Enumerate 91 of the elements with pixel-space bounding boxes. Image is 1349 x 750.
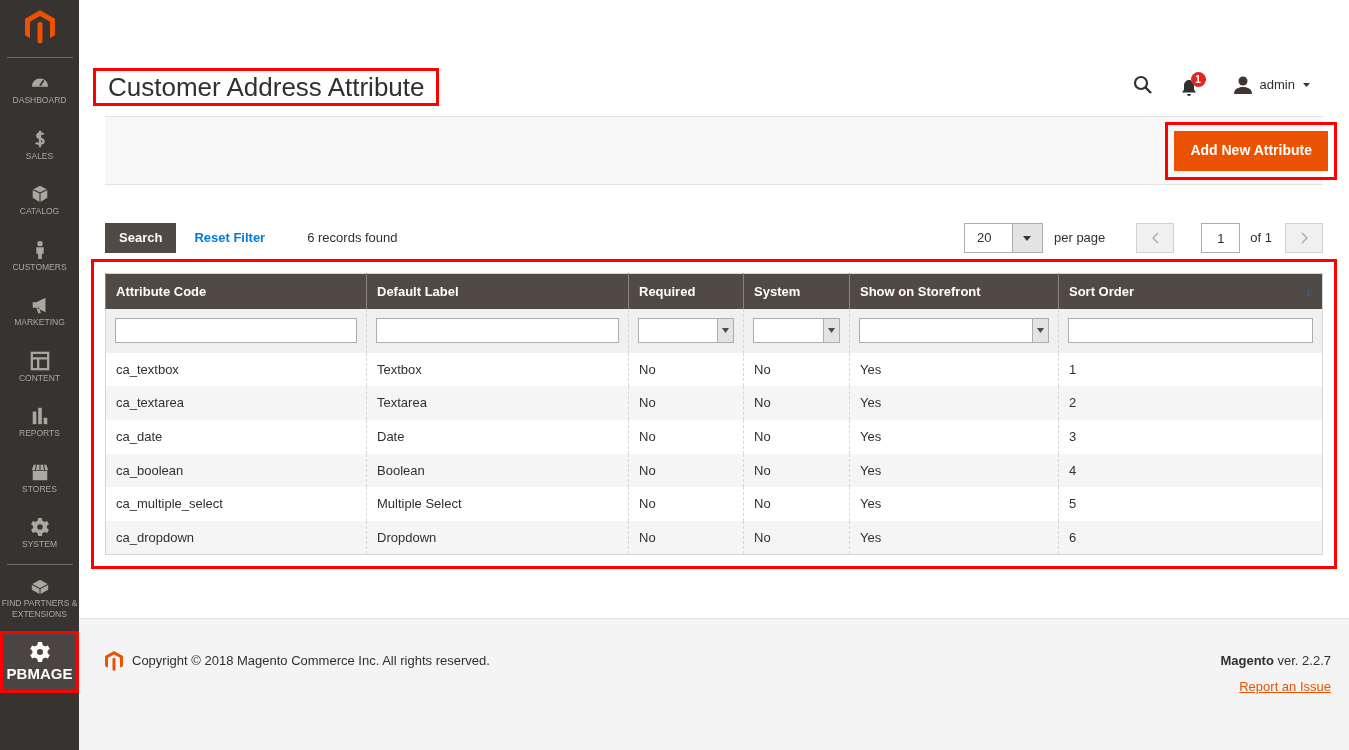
column-header[interactable]: Default Label [366,273,629,309]
caret-icon [1303,82,1310,87]
page-title: Customer Address Attribute [93,68,440,106]
table-cell: Yes [860,462,882,478]
filter-select[interactable] [859,318,1049,343]
search-icon[interactable] [1132,74,1153,95]
table-cell: ca_multiple_select [116,496,223,512]
table-cell: Textarea [377,395,427,411]
table-cell: Yes [860,361,882,377]
user-icon [1233,75,1252,94]
chevron-left-icon [1151,232,1159,244]
filter-select[interactable] [638,318,734,343]
gear-icon [29,517,50,538]
page-number-field[interactable]: 1 [1201,223,1241,253]
sidebar-item[interactable]: CATALOG [0,173,79,229]
caret-icon [722,328,729,333]
notifications-button[interactable]: 1 [1180,72,1206,97]
user-menu[interactable]: admin [1233,74,1310,95]
copyright-text: Copyright © 2018 Magento Commerce Inc. All rights reserved. [132,652,490,671]
column-header[interactable]: Sort Order ↓ [1058,273,1323,309]
table-cell: 3 [1069,428,1077,444]
next-page-button[interactable] [1285,223,1323,253]
sidebar-item[interactable]: FIND PARTNERS & EXTENSIONS [0,566,79,629]
table-cell: Multiple Select [377,496,462,512]
table-cell: 6 [1069,529,1077,545]
sidebar-item[interactable]: SYSTEM [0,506,79,562]
reset-filter-link[interactable]: Reset Filter [194,228,266,248]
column-header[interactable]: System [743,273,850,309]
table-cell: Yes [860,529,882,545]
logo-icon [105,651,123,671]
table-cell: No [639,462,656,478]
table-cell: No [754,361,771,377]
report-issue-link[interactable]: Report an Issue [1239,676,1331,696]
version-text: Magento ver. 2.2.7 [1220,652,1331,670]
layout-icon [29,350,50,371]
per-page-label: per page [1054,229,1106,248]
previous-page-button[interactable] [1136,223,1175,253]
records-count: 6 records found [307,229,398,248]
per-page-select[interactable]: 20 [964,223,1043,253]
table-cell: Date [377,428,405,444]
table-cell: Yes [860,395,882,411]
caret-icon [1037,328,1044,333]
caret-icon [1023,235,1032,241]
bell-icon [1180,79,1197,97]
table-cell: No [639,496,656,512]
sidebar-item[interactable]: CONTENT [0,339,79,395]
table-cell: 1 [1069,361,1077,377]
notification-badge: 1 [1190,72,1206,87]
table-cell: Boolean [377,462,425,478]
sidebar-item[interactable]: REPORTS [0,395,79,451]
filter-field[interactable] [115,318,357,343]
table-cell: 5 [1069,496,1077,512]
filter-field[interactable] [376,318,619,343]
chevron-right-icon [1300,232,1308,244]
table-cell: No [754,395,771,411]
column-header[interactable]: Attribute Code [105,273,367,309]
caret-icon [828,328,835,333]
column-header[interactable]: Show on Storefront [849,273,1059,309]
sidebar-item[interactable]: CUSTOMERS [0,228,79,284]
gear-icon [28,640,51,663]
table-cell: 2 [1069,395,1077,411]
table-cell: Yes [860,428,882,444]
logo-icon[interactable] [24,10,55,44]
sidebar-item[interactable]: PBMAGE [0,630,79,693]
table-cell: ca_textarea [116,395,184,411]
table-cell: No [754,529,771,545]
sidebar-item[interactable]: SALES [0,117,79,173]
sidebar-item[interactable]: MARKETING [0,284,79,340]
page-total: of 1 [1250,229,1272,248]
table-cell: Textbox [377,361,422,377]
filter-select[interactable] [753,318,840,343]
table-cell: ca_textbox [116,361,179,377]
table-cell: ca_boolean [116,462,184,478]
table-cell: Dropdown [377,529,437,545]
add-new-attribute-button[interactable]: Add New Attribute [1174,130,1328,171]
table-cell: No [754,428,771,444]
table-cell: No [639,529,656,545]
table-cell: Yes [860,496,882,512]
filter-field[interactable] [1068,318,1313,343]
table-cell: No [639,361,656,377]
table-cell: No [639,395,656,411]
table-cell: No [639,428,656,444]
sidebar-item[interactable]: DASHBOARD [0,62,79,118]
table-cell: ca_date [116,428,163,444]
table-cell: No [754,496,771,512]
search-button[interactable]: Search [105,223,177,253]
sidebar-item[interactable]: STORES [0,450,79,506]
table-cell: 4 [1069,462,1077,478]
table-cell: ca_dropdown [116,529,195,545]
table-cell: No [754,462,771,478]
column-header[interactable]: Required [628,273,744,309]
